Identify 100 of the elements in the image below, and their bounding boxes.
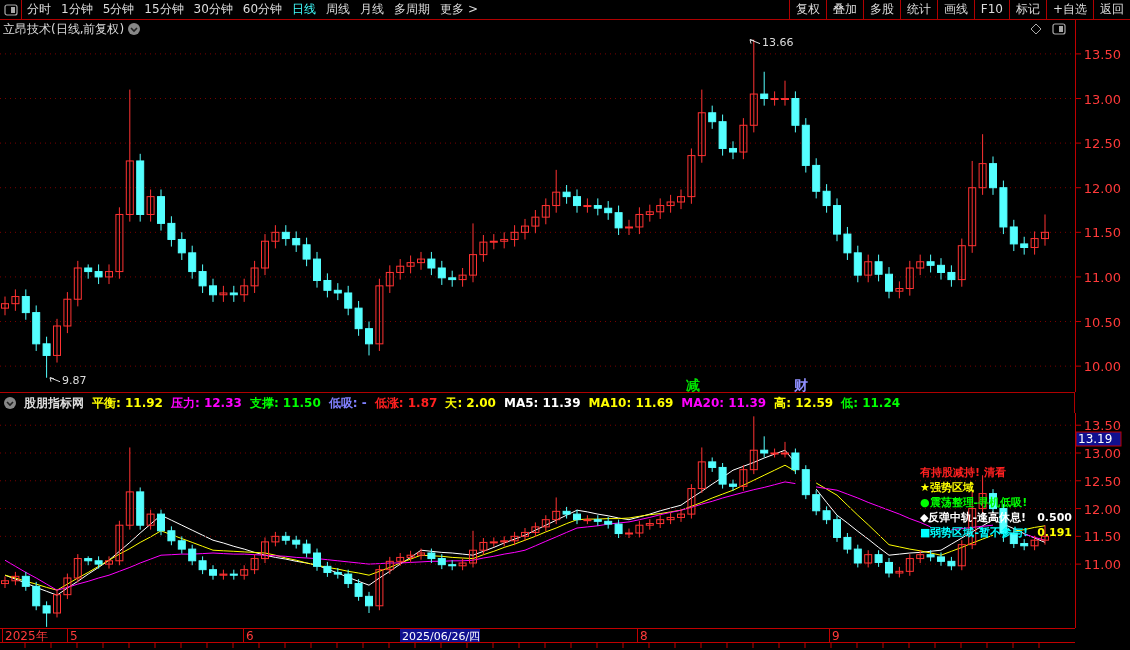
candlestick: [354, 300, 363, 337]
candlestick: [614, 519, 623, 539]
candlestick: [302, 237, 311, 267]
dropdown-icon[interactable]: [4, 397, 16, 409]
candlestick: [188, 245, 197, 280]
candlestick: [697, 89, 706, 164]
period-tab[interactable]: 多周期: [389, 0, 436, 19]
legend-item: 低: 11.24: [841, 395, 901, 412]
period-tab[interactable]: 更多 >: [435, 0, 483, 19]
candlestick: [469, 222, 477, 283]
price-axis-label: 11.00: [1083, 269, 1121, 285]
leader-line: [749, 39, 761, 45]
candlestick: [635, 206, 644, 235]
candlestick: [552, 169, 561, 214]
price-axis-label: 11.00: [1083, 557, 1121, 573]
legend-item: 低涨: 1.87: [374, 395, 438, 412]
candlestick: [188, 544, 197, 566]
candlestick: [864, 254, 873, 283]
dropdown-icon[interactable]: [128, 23, 141, 35]
price-axis-label: 10.50: [1083, 314, 1121, 330]
candlestick: [94, 263, 103, 285]
chart-title: 立昂技术(日线,前复权): [2, 21, 125, 38]
candlestick: [417, 251, 425, 271]
price-axis-label: 13.50: [1083, 46, 1121, 62]
candlestick: [1030, 230, 1039, 256]
candlestick: [240, 564, 249, 581]
leader-line: [49, 377, 61, 383]
toolbar-button[interactable]: +自选: [1045, 0, 1093, 19]
signal-text: ★强势区域: [920, 480, 974, 495]
candlestick: [365, 591, 373, 614]
candlestick: [21, 288, 30, 321]
legend-item: MA5: 11.39: [503, 395, 581, 412]
period-tab[interactable]: 30分钟: [188, 0, 238, 19]
signal-text: 有持股减持! 清看: [920, 465, 1006, 480]
candlestick: [562, 184, 571, 205]
price-axis-label: 12.50: [1083, 136, 1121, 152]
period-tab[interactable]: 日线: [287, 0, 322, 19]
candlestick: [968, 160, 977, 254]
candlestick: [281, 224, 290, 247]
candlestick: [812, 489, 821, 516]
candlestick: [271, 224, 280, 249]
candlestick: [292, 230, 301, 253]
candlestick: [105, 263, 113, 285]
candlestick: [781, 80, 789, 107]
legend-item: 天: 2.00: [445, 395, 496, 412]
panel-toggle-icon[interactable]: [3, 4, 18, 16]
toolbar-button[interactable]: 统计: [899, 0, 937, 19]
period-tab[interactable]: 分时: [22, 0, 56, 19]
candlestick: [947, 264, 956, 288]
price-annotation: 13.66: [762, 35, 794, 49]
candlestick: [521, 527, 529, 542]
candlestick: [874, 254, 883, 282]
candlestick: [125, 89, 134, 223]
candlestick: [115, 520, 124, 566]
candlestick: [261, 536, 269, 564]
panel-toggle-icon[interactable]: [1052, 23, 1066, 35]
candlestick: [978, 133, 987, 196]
candlestick: [313, 251, 321, 289]
candlestick: [427, 251, 436, 276]
candlestick: [250, 260, 259, 294]
candlestick: [625, 219, 633, 236]
toolbar-button[interactable]: 叠加: [825, 0, 863, 19]
candlestick: [687, 483, 696, 520]
diamond-icon[interactable]: [1030, 23, 1042, 35]
date-axis-label: 6: [246, 629, 254, 643]
candlestick: [656, 197, 665, 220]
period-tab[interactable]: 1分钟: [56, 0, 98, 19]
candlestick: [729, 140, 737, 160]
toolbar-button[interactable]: 返回: [1093, 0, 1130, 19]
candlestick: [822, 183, 831, 214]
toolbar-button[interactable]: 标记: [1008, 0, 1046, 19]
candlestick: [125, 446, 134, 531]
candlestick: [1009, 219, 1018, 252]
legend-item: 低吸: -: [328, 395, 367, 412]
period-tab[interactable]: 15分钟: [139, 0, 189, 19]
date-axis-label: 2025年: [5, 629, 48, 643]
candlestick: [385, 264, 394, 294]
toolbar-button[interactable]: F10: [973, 0, 1009, 19]
candlestick: [573, 509, 581, 525]
candlestick: [583, 197, 592, 214]
candlestick: [375, 278, 384, 352]
price-axis-label: 11.50: [1083, 529, 1121, 545]
candlestick: [42, 600, 51, 628]
candlestick: [749, 415, 758, 475]
period-tab[interactable]: 周线: [321, 0, 356, 19]
candlestick: [905, 553, 914, 577]
price-axis-label: 13.00: [1083, 446, 1121, 461]
candlestick: [708, 105, 717, 130]
candlestick: [510, 224, 519, 248]
period-tab[interactable]: 月线: [355, 0, 390, 19]
toolbar-button[interactable]: 复权: [788, 0, 826, 19]
period-tab[interactable]: 60分钟: [237, 0, 288, 19]
price-axis-label: 13.50: [1083, 418, 1121, 434]
date-axis-label: 8: [640, 629, 648, 643]
candlestick: [354, 578, 363, 602]
toolbar-button[interactable]: 多股: [862, 0, 900, 19]
candlestick: [781, 441, 789, 458]
toolbar-button[interactable]: 画线: [936, 0, 974, 19]
candlestick: [573, 189, 581, 214]
period-tab[interactable]: 5分钟: [97, 0, 140, 19]
